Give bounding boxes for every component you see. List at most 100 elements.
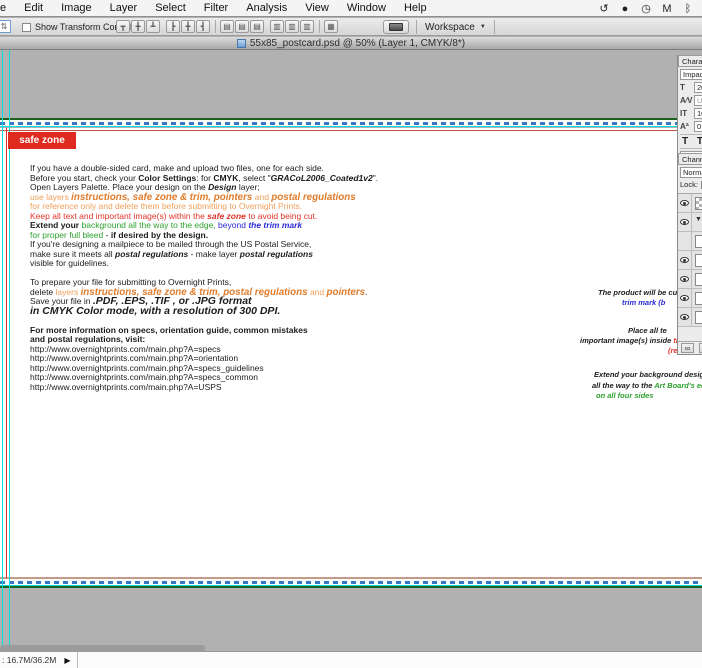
align-right-edges-button[interactable]: ┫: [196, 20, 210, 33]
kerning-field[interactable]: Us: [694, 95, 702, 106]
baseline-shift-icon: Aª: [680, 122, 692, 131]
layers-panel-tabs: Channel: [678, 154, 702, 165]
menu-view[interactable]: View: [296, 0, 338, 17]
workspace-dropdown[interactable]: Workspace ▼: [416, 20, 495, 34]
font-family-field[interactable]: Impact: [680, 69, 702, 80]
distribute-top-edges-button[interactable]: ▤: [220, 20, 234, 33]
visibility-toggle[interactable]: [678, 308, 692, 326]
layer-thumbnail[interactable]: [695, 273, 702, 286]
visibility-toggle[interactable]: [678, 194, 692, 212]
layer-row[interactable]: [678, 270, 702, 289]
menu-status-icons: ↺ ● ◷ Mᛒ: [598, 0, 694, 17]
distribute-left-edges-button[interactable]: ▥: [270, 20, 284, 33]
note-run: important image(s) inside: [580, 336, 673, 345]
document-area[interactable]: safe zone If you have a double-sided car…: [0, 50, 702, 651]
group-expand-triangle[interactable]: ▼: [695, 216, 702, 229]
distribute-right-edges-button[interactable]: ▥: [300, 20, 314, 33]
canvas-note-line: all the way to the Art Board's edge: [592, 381, 702, 390]
distribute-bottom-edges-button[interactable]: ▤: [250, 20, 264, 33]
distribute-horizontal-centers-button[interactable]: ▥: [285, 20, 299, 33]
layers-panel-footer: ∞ƒ: [678, 341, 702, 354]
body-run: , select ": [238, 173, 270, 183]
show-transform-checkbox[interactable]: [22, 23, 31, 32]
visibility-toggle[interactable]: [678, 289, 692, 307]
visibility-toggle[interactable]: [678, 270, 692, 288]
safe-zone-badge: safe zone: [8, 132, 76, 149]
menu-select[interactable]: Select: [146, 0, 195, 17]
bluetooth-icon[interactable]: ᛒ: [682, 3, 694, 15]
note-run: Extend your background design: [594, 370, 702, 379]
body-run: GRACoL2006_Coated1v2: [271, 173, 373, 183]
layer-thumbnail[interactable]: [695, 292, 702, 305]
layer-thumbnail[interactable]: [695, 311, 702, 324]
layer-thumbnail[interactable]: [695, 197, 702, 210]
align-horizontal-centers-button[interactable]: ╋: [181, 20, 195, 33]
layer-thumbnail[interactable]: [695, 254, 702, 267]
distribute-vertical-centers-button[interactable]: ▤: [235, 20, 249, 33]
clock-icon[interactable]: ◷: [640, 2, 652, 15]
auto-align-layers-button[interactable]: ▦: [324, 20, 338, 33]
leading-icon: IT: [680, 109, 692, 118]
layer-row[interactable]: ▼: [678, 213, 702, 232]
body-run: : for: [196, 173, 213, 183]
body-run: ".: [373, 173, 378, 183]
layer-row[interactable]: [678, 308, 702, 327]
tab-channels[interactable]: Channel: [678, 153, 702, 164]
body-run: make sure it meets all: [30, 249, 115, 259]
faux-style-buttons[interactable]: T T: [680, 134, 702, 149]
link-icon[interactable]: ∞: [681, 343, 694, 353]
bridge-button[interactable]: [383, 20, 409, 34]
align-vertical-centers-button[interactable]: ╋: [131, 20, 145, 33]
tool-preset-fragment[interactable]: ⇅: [0, 20, 11, 33]
app-m-icon[interactable]: M: [661, 3, 673, 15]
leading-field[interactable]: 10: [694, 108, 702, 119]
body-run: layers: [56, 287, 81, 297]
menu-help[interactable]: Help: [395, 0, 436, 17]
layer-thumbnail[interactable]: [695, 235, 702, 248]
menu-filter[interactable]: Filter: [195, 0, 237, 17]
guide-vertical-left-outer[interactable]: [2, 50, 3, 651]
visibility-toggle[interactable]: [678, 213, 692, 231]
menu-items: eEditImageLayerSelectFilterAnalysisViewW…: [0, 0, 436, 16]
tab-character[interactable]: Character: [678, 55, 702, 66]
menu-e[interactable]: e: [0, 0, 15, 17]
status-divider: [77, 652, 78, 668]
align-buttons: ┳╋┻┣╋┫▤▤▤▥▥▥▦: [116, 20, 339, 33]
bleed-edge-line-bottom: [0, 586, 702, 588]
document-title: 55x85_postcard.psd @ 50% (Layer 1, CMYK/…: [250, 38, 465, 49]
guide-horizontal-top[interactable]: [0, 126, 702, 127]
blend-mode-dropdown[interactable]: Normal: [680, 167, 702, 178]
body-run: Design: [208, 182, 236, 192]
canvas-note-line: The product will be cu: [598, 288, 677, 297]
visibility-toggle[interactable]: [678, 251, 692, 269]
font-size-field[interactable]: 20: [694, 82, 702, 93]
layer-row[interactable]: [678, 251, 702, 270]
document-title-bar[interactable]: 55x85_postcard.psd @ 50% (Layer 1, CMYK/…: [0, 37, 702, 50]
menu-analysis[interactable]: Analysis: [237, 0, 296, 17]
body-run: If you have a double-sided card, make an…: [30, 163, 324, 173]
volume-icon[interactable]: ●: [619, 3, 631, 15]
time-machine-icon[interactable]: ↺: [598, 2, 610, 15]
status-flyout-arrow[interactable]: ▶: [64, 656, 70, 665]
menu-image[interactable]: Image: [52, 0, 101, 17]
align-separator: [215, 20, 216, 33]
safe-zone-border-left: [6, 128, 7, 578]
menu-layer[interactable]: Layer: [101, 0, 147, 17]
layer-row[interactable]: [678, 289, 702, 308]
canvas-note-line: Place all te: [628, 326, 667, 335]
body-run: postal regulations: [240, 249, 313, 259]
align-bottom-edges-button[interactable]: ┻: [146, 20, 160, 33]
options-bar: ⇅ Show Transform Controls ┳╋┻┣╋┫▤▤▤▥▥▥▦ …: [0, 18, 702, 36]
baseline-shift-field[interactable]: 0 p: [694, 121, 702, 132]
align-top-edges-button[interactable]: ┳: [116, 20, 130, 33]
body-run: If you're designing a mailpiece to be ma…: [30, 239, 311, 249]
menu-edit[interactable]: Edit: [15, 0, 52, 17]
layer-row[interactable]: [678, 232, 702, 251]
layer-row[interactable]: [678, 194, 702, 213]
body-run: http://www.overnightprints.com/main.php?…: [30, 353, 238, 363]
menu-window[interactable]: Window: [338, 0, 395, 17]
visibility-toggle[interactable]: [678, 232, 692, 250]
body-run: delete: [30, 287, 56, 297]
character-panel-tabs: Character: [678, 56, 702, 67]
align-left-edges-button[interactable]: ┣: [166, 20, 180, 33]
